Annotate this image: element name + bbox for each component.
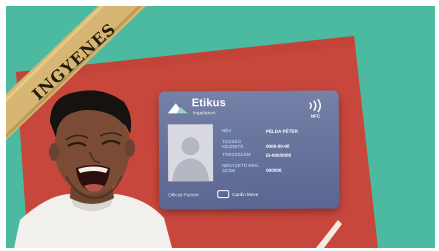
ribbon-banner xyxy=(6,6,146,140)
hero-image: Etikus Ingatlanos NFC NÉV PÉLDA PÉTER TA… xyxy=(6,6,435,248)
